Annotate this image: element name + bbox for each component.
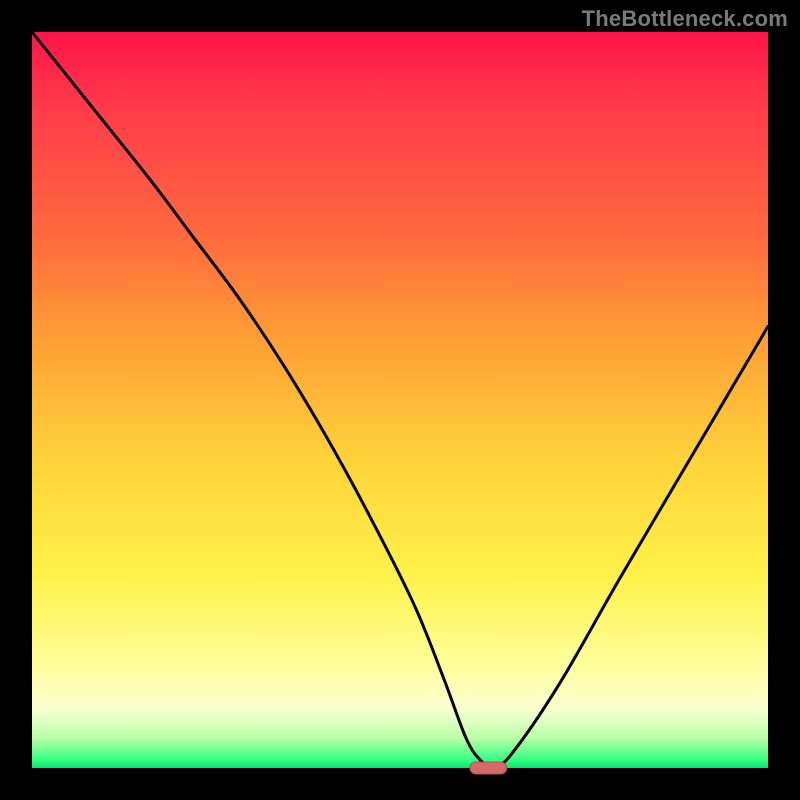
watermark-text: TheBottleneck.com <box>582 6 788 32</box>
bottleneck-curve <box>32 32 768 769</box>
chart-overlay <box>32 32 768 768</box>
chart-frame: TheBottleneck.com <box>0 0 800 800</box>
optimum-marker <box>470 762 507 774</box>
plot-area <box>32 32 768 768</box>
